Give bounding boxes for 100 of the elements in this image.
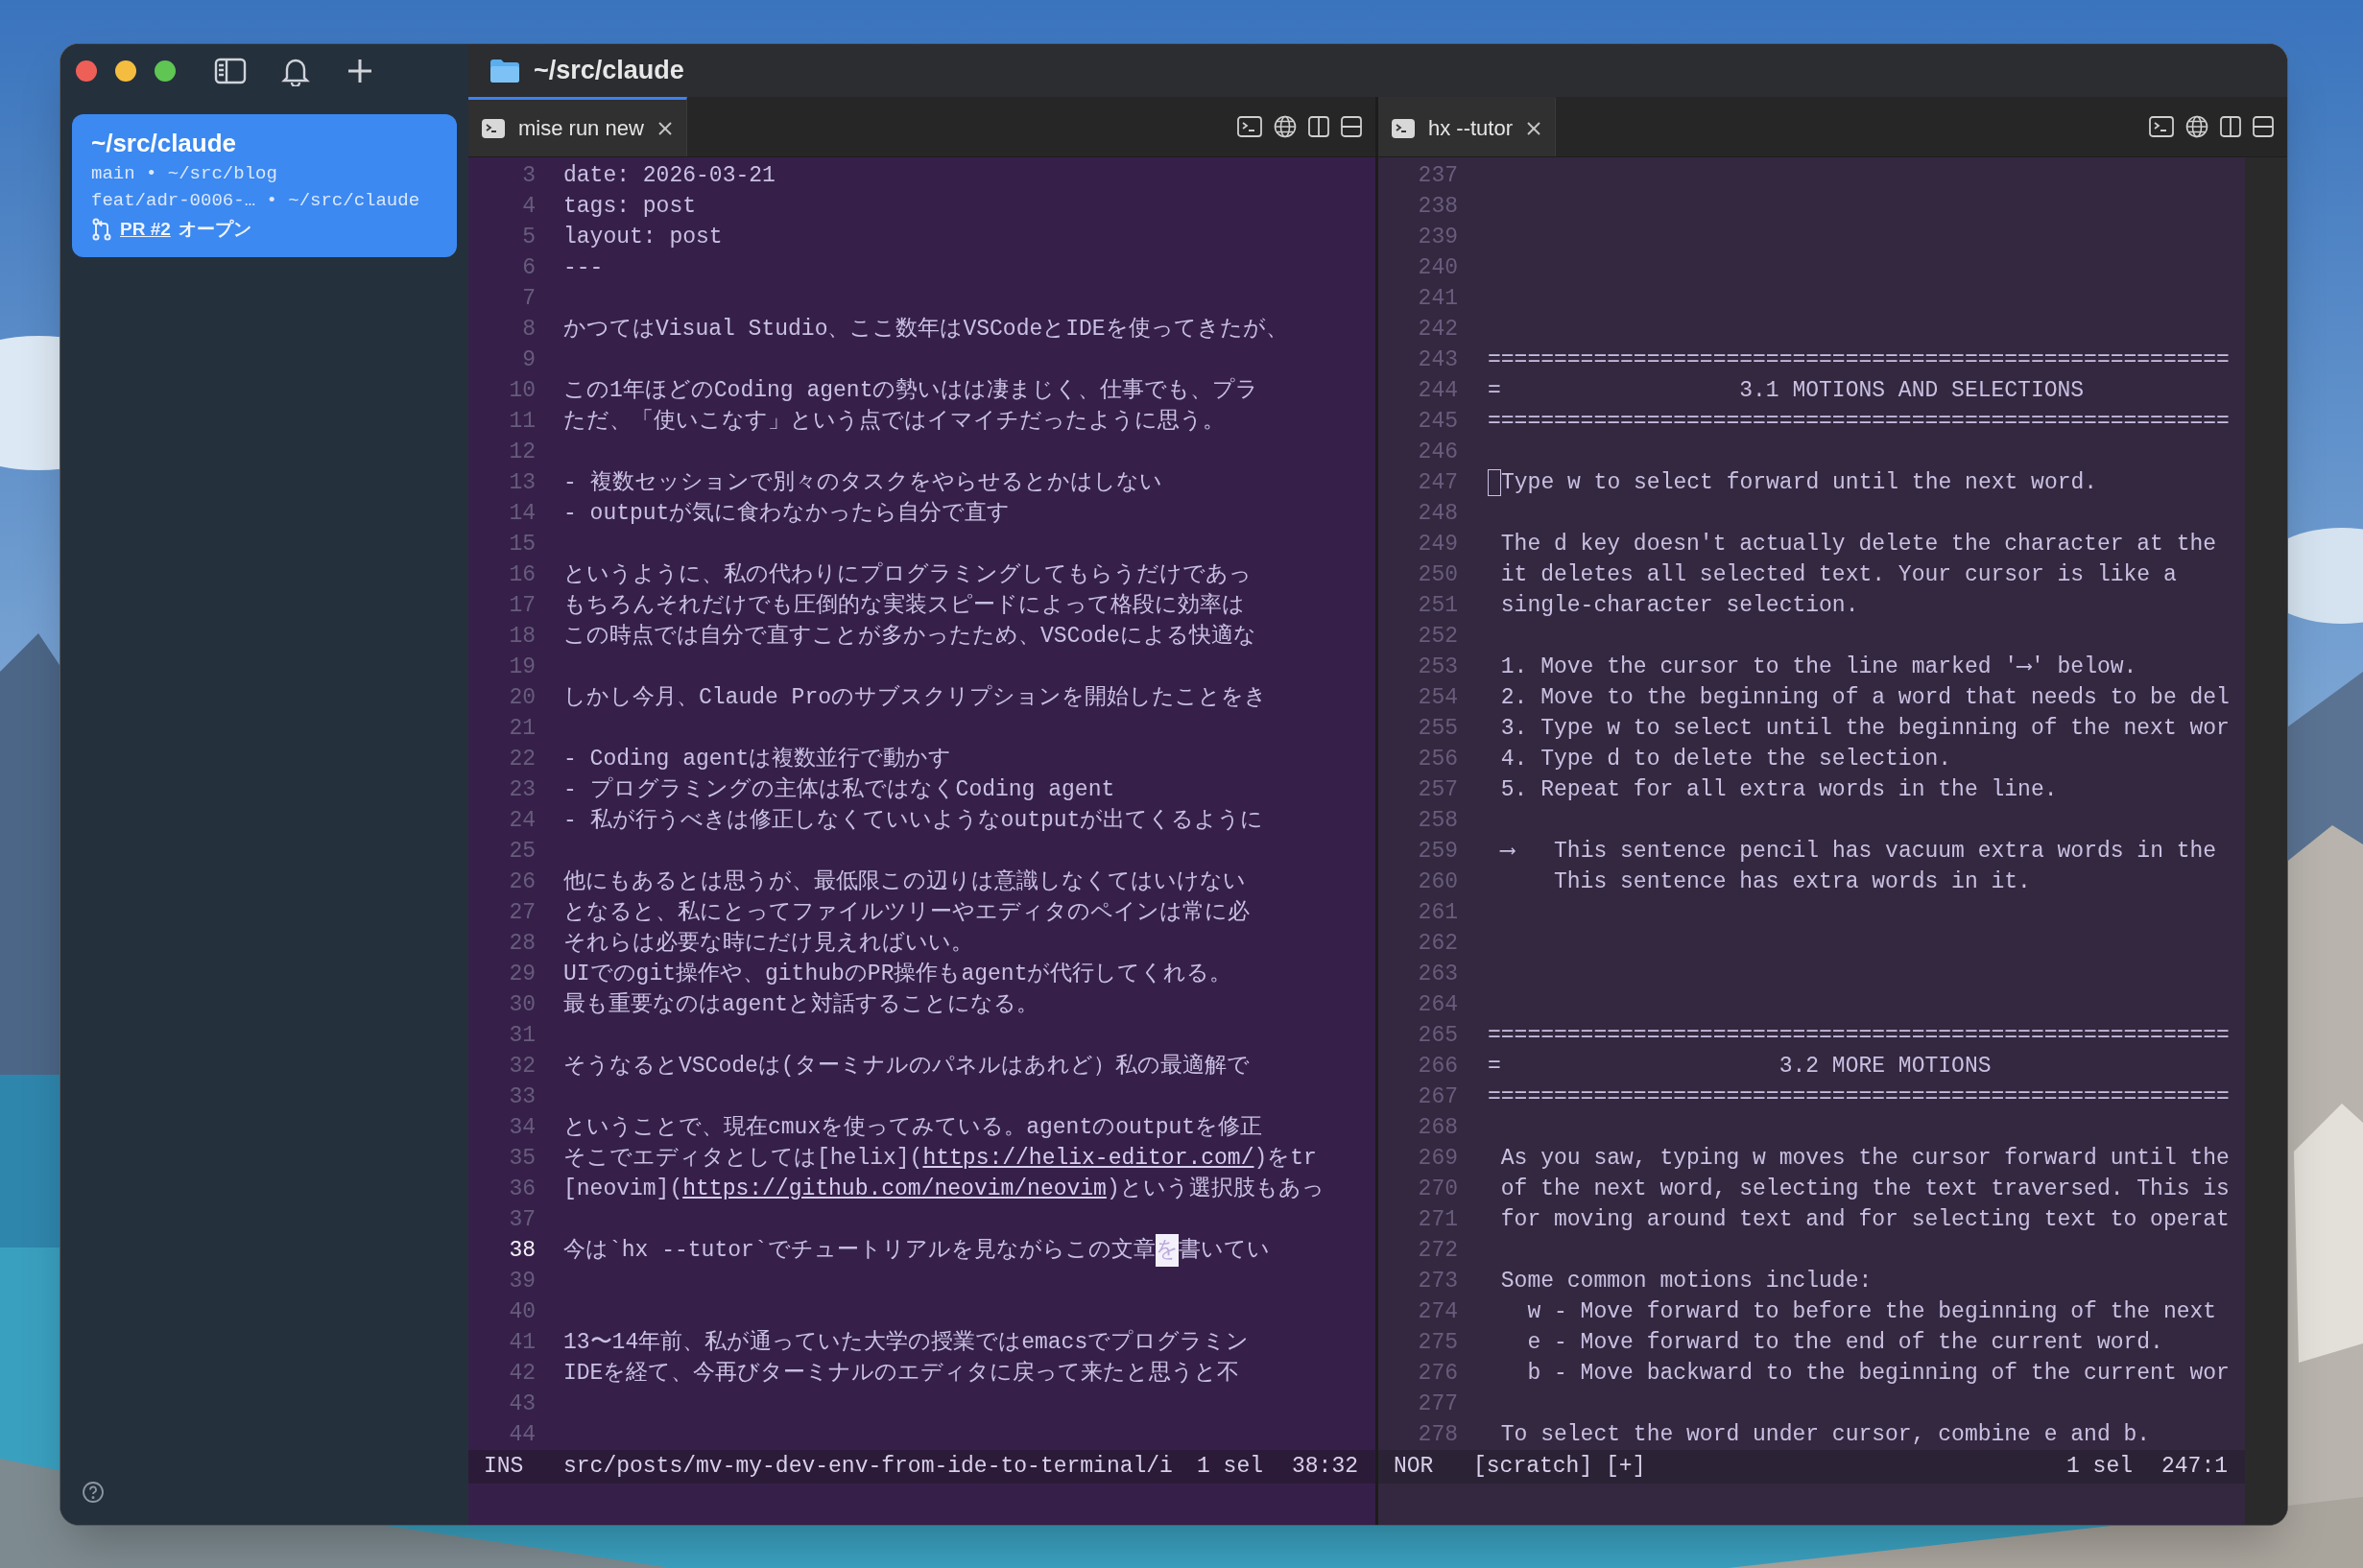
code-line: - 複数セッションで別々のタスクをやらせるとかはしない [563,468,1162,497]
code-line: = 3.1 MOTIONS AND SELECTIONS [1488,376,2085,405]
line-number: 249 [1417,530,1458,558]
line-number: 262 [1417,929,1458,958]
line-number: 273 [1417,1267,1458,1295]
code-line: e - Move forward to the end of the current word. [1526,1328,2163,1357]
line-number: 15 [508,530,536,558]
code-text: Type w to select forward until the next word. [1501,468,2098,497]
globe-icon[interactable] [2185,115,2208,138]
code-line: - Coding agentは複数並行で動かす [563,745,952,773]
url-text: https://helix-editor.com/ [922,1144,1254,1173]
code-line: b - Move backward to the beginning of the current wor [1526,1359,2230,1388]
line-number: 32 [508,1052,536,1081]
code-line: The d key doesn't actually delete the character at the [1499,530,2217,558]
line-number: 24 [508,806,536,835]
code-line: 1. Move the cursor to the line marked '⟶' below. [1499,653,2137,681]
line-number: 275 [1417,1328,1458,1357]
line-number: 277 [1417,1390,1458,1418]
line-number: 23 [508,775,536,804]
line-number: 237 [1417,161,1458,190]
code-line: もちろんそれだけでも圧倒的な実装スピードによって格段に効率は [563,591,1245,620]
file-name: src/posts/mv-my-dev-env-from-ide-to-terminal/i [563,1453,1173,1482]
code-line: As you saw, typing w moves the cursor forward until the [1499,1144,2230,1173]
code-line: date: 2026-03-21 [563,161,776,190]
code-text: )という選択肢もあっ [1106,1175,1325,1203]
plus-icon[interactable] [346,57,373,84]
line-number: 264 [1417,990,1458,1019]
line-number: 9 [521,345,536,374]
split-horizontal-icon[interactable] [2253,116,2274,137]
line-number: 20 [508,683,536,712]
text-cursor: を [1155,1233,1179,1268]
code-line: 4. Type d to delete the selection. [1499,745,1952,773]
code-text: )をtr [1253,1144,1317,1173]
code-line: ======================================================== [1488,407,2230,436]
text-cursor [1488,469,1501,496]
cursor-position: 247:1 [2161,1453,2229,1482]
sidebar-toggle-icon[interactable] [214,57,247,84]
mode-indicator: INS [483,1453,525,1482]
code-line: 5. Repeat for all extra words in the line. [1499,775,2058,804]
line-number: 268 [1417,1113,1458,1142]
code-line: for moving around text and for selecting text to operat [1499,1205,2230,1234]
line-number: 3 [521,161,536,190]
split-horizontal-icon[interactable] [1341,116,1362,137]
maximize-button[interactable] [155,59,176,82]
code-line: - プログラミングの主体は私ではなくCoding agent [563,775,1115,804]
line-number: 14 [508,499,536,528]
close-icon[interactable] [1526,120,1542,136]
line-number: 259 [1417,837,1458,866]
terminal-icon[interactable] [2149,116,2174,137]
line-number: 276 [1417,1359,1458,1388]
line-number: 21 [508,714,536,743]
code-line: of the next word, selecting the text traversed. This is [1499,1175,2230,1203]
close-icon[interactable] [656,120,673,136]
code-line: - outputが気に食わなかったら自分で直す [563,499,1011,528]
code-line: 3. Type w to select until the beginning of the next wor [1499,714,2230,743]
split-vertical-icon[interactable] [1308,116,1329,137]
code-line: Some common motions include: [1499,1267,1873,1295]
tab-label: mise run new [518,115,644,142]
line-number: 25 [508,837,536,866]
code-text: 書いてい [1178,1236,1270,1265]
line-number: 33 [508,1082,536,1111]
line-number: 255 [1417,714,1458,743]
globe-icon[interactable] [1274,115,1297,138]
line-number: 43 [508,1390,536,1418]
tab[interactable]: hx --tutor [1378,97,1557,156]
line-number: 274 [1417,1297,1458,1326]
line-number: 251 [1417,591,1458,620]
selection-count: 1 sel [2065,1453,2133,1482]
minimize-button[interactable] [115,59,136,82]
line-number: 258 [1417,806,1458,835]
close-button[interactable] [76,59,97,82]
line-number: 16 [508,560,536,589]
code-line: ただ、「使いこなす」という点ではイマイチだったように思う。 [563,407,1225,436]
line-number: 241 [1417,284,1458,313]
code-text: 今は`hx --tutor`でチュートリアルを見ながらこの文章 [563,1236,1156,1265]
line-number: 13 [508,468,536,497]
tab[interactable]: mise run new [468,97,687,156]
terminal-icon [482,118,505,138]
terminal-icon [1392,118,1415,138]
terminal-icon[interactable] [1237,116,1262,137]
window-title: ~/src/claude [534,55,684,87]
line-number: 265 [1417,1021,1458,1050]
code-line: そうなるとVSCodeは(ターミナルのパネルはあれど）私の最適解で [563,1052,1250,1081]
code-line: ということで、現在cmuxを使ってみている。agentのoutputを修正 [563,1113,1263,1142]
code-line: 他にもあるとは思うが、最低限この辺りは意識しなくてはいけない [563,867,1246,896]
help-icon[interactable] [82,1481,105,1504]
split-vertical-icon[interactable] [2220,116,2241,137]
pr-status: オープン [178,218,251,241]
tab-label: hx --tutor [1428,115,1514,142]
code-line: 2. Move to the beginning of a word that needs to be del [1499,683,2230,712]
code-line: --- [563,253,604,282]
line-number: 272 [1417,1236,1458,1265]
code-line: IDEを経て、今再びターミナルのエディタに戻って来たと思うと不 [563,1359,1240,1388]
code-text: そこでエディタとしては[helix]( [563,1144,923,1173]
line-number: 248 [1417,499,1458,528]
line-number: 30 [508,990,536,1019]
code-line: it deletes all selected text. Your cursor is like a [1499,560,2177,589]
line-number: 256 [1417,745,1458,773]
line-number: 257 [1417,775,1458,804]
line-number: 26 [508,867,536,896]
